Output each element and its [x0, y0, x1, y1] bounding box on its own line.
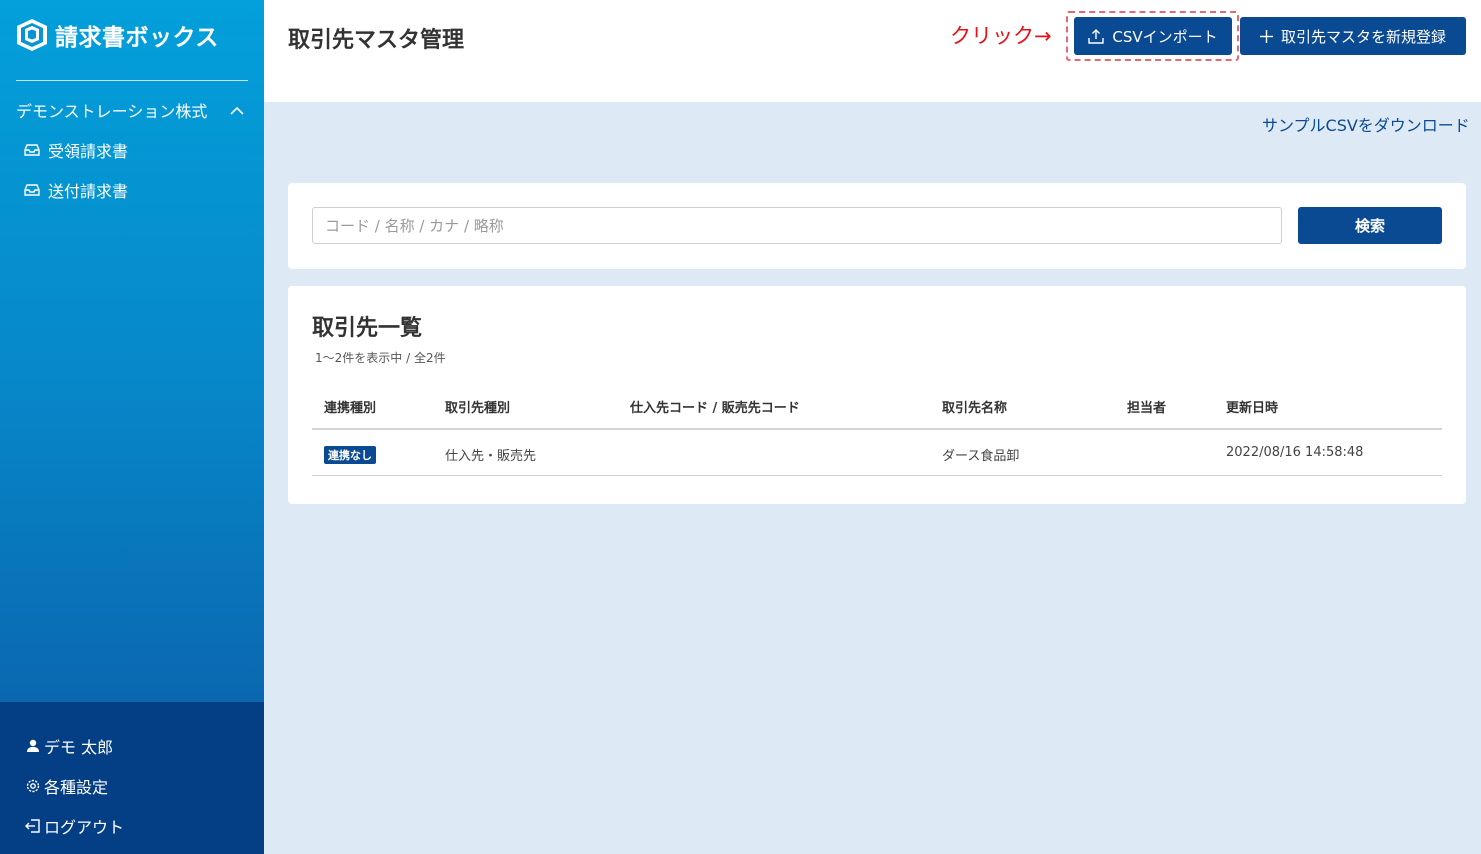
column-header-partner-type[interactable]: 取引先種別 — [445, 397, 510, 416]
chevron-up-icon[interactable] — [226, 99, 248, 121]
sample-csv-download-link[interactable]: サンプルCSVをダウンロード — [1262, 112, 1470, 136]
page-title: 取引先マスタ管理 — [288, 28, 465, 53]
list-title: 取引先一覧 — [312, 316, 423, 341]
company-selector[interactable]: デモンストレーション株式 — [16, 98, 248, 122]
column-header-name[interactable]: 取引先名称 — [942, 397, 1007, 416]
search-input[interactable] — [312, 207, 1282, 244]
csv-import-label: CSVインポート — [1112, 27, 1218, 46]
company-name: デモンストレーション株式 — [16, 102, 208, 121]
partner-list-card: 取引先一覧 1〜2件を表示中 / 全2件 連携種別 取引先種別 仕入先コード /… — [288, 286, 1466, 504]
plus-icon — [1259, 29, 1273, 43]
new-partner-label: 取引先マスタを新規登録 — [1280, 27, 1446, 46]
settings-label: 各種設定 — [44, 778, 109, 797]
logout-icon — [24, 817, 42, 835]
gear-icon — [24, 777, 42, 795]
sidebar-item-received-invoices[interactable]: 受領請求書 — [24, 138, 128, 162]
user-icon — [24, 737, 42, 755]
column-header-link-type[interactable]: 連携種別 — [324, 397, 376, 416]
search-button[interactable]: 検索 — [1298, 207, 1442, 244]
click-annotation: クリック→ — [950, 24, 1052, 48]
settings-link[interactable]: 各種設定 — [24, 774, 108, 798]
user-name: デモ 太郎 — [44, 738, 114, 757]
user-menu[interactable]: デモ 太郎 — [24, 734, 113, 758]
partner-type-cell: 仕入先・販売先 — [445, 449, 537, 464]
app-name: 請求書ボックス — [55, 25, 219, 51]
csv-import-button[interactable]: CSVインポート — [1074, 17, 1232, 55]
result-count: 1〜2件を表示中 / 全2件 — [315, 351, 446, 365]
upload-icon — [1088, 28, 1105, 44]
link-type-badge: 連携なし — [324, 446, 376, 464]
sidebar-item-label: 受領請求書 — [48, 142, 129, 161]
table-header-divider — [312, 428, 1442, 430]
new-partner-button[interactable]: 取引先マスタを新規登録 — [1240, 17, 1466, 55]
logout-link[interactable]: ログアウト — [24, 814, 124, 838]
inbox-icon — [24, 143, 42, 157]
row-divider — [312, 475, 1442, 476]
logo-box-icon — [16, 18, 48, 52]
page-header: 取引先マスタ管理 クリック→ CSVインポート 取引先マスタを新規登録 — [264, 0, 1481, 102]
column-header-person[interactable]: 担当者 — [1127, 397, 1166, 416]
sidebar-item-label: 送付請求書 — [48, 182, 129, 201]
sidebar-divider — [16, 80, 248, 81]
search-card: 検索 — [288, 183, 1466, 269]
partner-name-cell[interactable]: ダース食品卸 — [942, 445, 1019, 464]
sidebar-item-sent-invoices[interactable]: 送付請求書 — [24, 178, 128, 202]
logout-label: ログアウト — [44, 818, 125, 837]
app-logo[interactable]: 請求書ボックス — [16, 18, 219, 52]
updated-cell: 2022/08/16 14:58:48 — [1226, 445, 1364, 460]
column-header-updated[interactable]: 更新日時 — [1226, 397, 1278, 416]
column-header-code[interactable]: 仕入先コード / 販売先コード — [630, 397, 800, 416]
sidebar-footer: デモ 太郎 各種設定 ログアウト — [0, 702, 264, 854]
inbox-icon — [24, 183, 42, 197]
sidebar: 請求書ボックス デモンストレーション株式 受領請求書 送付請求書 デモ 太郎 各… — [0, 0, 264, 854]
